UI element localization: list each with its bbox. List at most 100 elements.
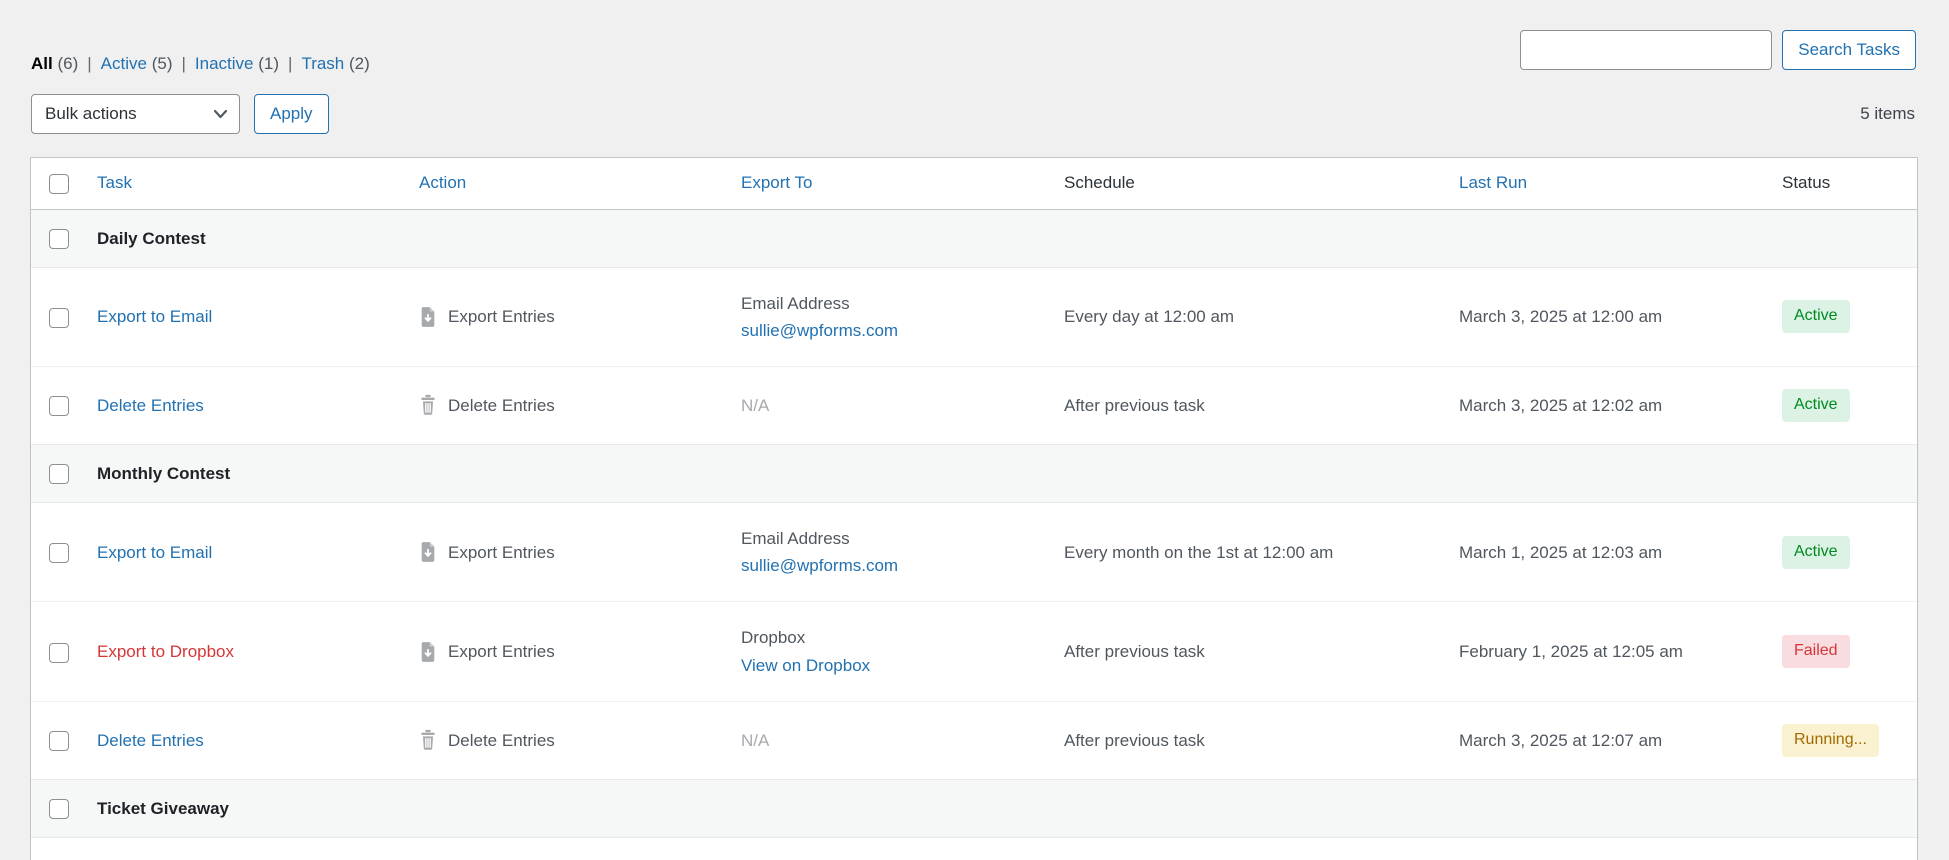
column-header-status-label: Status xyxy=(1782,173,1830,192)
column-header-last-run[interactable]: Last Run xyxy=(1449,158,1772,209)
action-label: Delete Entries xyxy=(448,392,555,419)
group-checkbox[interactable] xyxy=(49,464,69,484)
column-header-export-to-label: Export To xyxy=(741,173,813,192)
filter-active[interactable]: Active (5) xyxy=(101,52,173,76)
file-export-icon xyxy=(419,641,437,663)
task-row: Delete Entries Delete Entries N/A After … xyxy=(31,701,1917,779)
status-badge: Failed xyxy=(1782,635,1850,668)
group-checkbox[interactable] xyxy=(49,799,69,819)
row-checkbox[interactable] xyxy=(49,308,69,328)
column-header-task[interactable]: Task xyxy=(87,158,409,209)
row-checkbox[interactable] xyxy=(49,396,69,416)
file-export-icon xyxy=(419,541,437,563)
filter-separator: | xyxy=(288,52,292,76)
export-to-link[interactable]: sullie@wpforms.com xyxy=(741,552,1044,579)
group-row-ticket-giveaway: Ticket Giveaway xyxy=(31,779,1917,837)
export-to-type: N/A xyxy=(741,731,769,750)
export-to-type: Dropbox xyxy=(741,624,1044,651)
schedule-text: Every Fri at 12:00 am xyxy=(1054,837,1449,860)
search-tasks-button[interactable]: Search Tasks xyxy=(1782,30,1916,70)
export-to-type: Email Address xyxy=(741,525,1044,552)
last-run-text: March 3, 2025 at 12:00 am xyxy=(1449,267,1772,366)
column-header-export-to[interactable]: Export To xyxy=(731,158,1054,209)
task-row: Entry Automation Task Export Entries Ema… xyxy=(31,837,1917,860)
action-label: Export Entries xyxy=(448,539,555,566)
chevron-down-icon xyxy=(213,108,228,120)
task-name-link[interactable]: Export to Dropbox xyxy=(97,642,234,661)
file-export-icon xyxy=(419,306,437,328)
tasks-table-container: Task Action Export To Schedule Last Run … xyxy=(30,157,1918,860)
export-to-link[interactable]: View on Dropbox xyxy=(741,652,1044,679)
last-run-text: February 1, 2025 at 12:05 am xyxy=(1449,602,1772,701)
row-checkbox[interactable] xyxy=(49,643,69,663)
task-row: Delete Entries Delete Entries N/A After … xyxy=(31,367,1917,445)
schedule-text: After previous task xyxy=(1054,367,1449,445)
group-row-daily-contest: Daily Contest xyxy=(31,209,1917,267)
group-title: Ticket Giveaway xyxy=(87,779,1917,837)
status-badge: Active xyxy=(1782,300,1850,333)
filter-trash-count: (2) xyxy=(349,54,370,73)
task-row: Export to Email Export Entries Email Add… xyxy=(31,267,1917,366)
table-header-row: Task Action Export To Schedule Last Run … xyxy=(31,158,1917,209)
last-run-text: March 3, 2025 at 12:07 am xyxy=(1449,701,1772,779)
schedule-text: After previous task xyxy=(1054,701,1449,779)
column-header-last-run-label: Last Run xyxy=(1459,173,1527,192)
filter-inactive[interactable]: Inactive (1) xyxy=(195,52,279,76)
task-name-link[interactable]: Export to Email xyxy=(97,307,212,326)
column-header-action[interactable]: Action xyxy=(409,158,731,209)
status-filter-links: All (6) | Active (5) | Inactive (1) | Tr… xyxy=(31,52,370,76)
task-row: Export to Email Export Entries Email Add… xyxy=(31,503,1917,602)
row-checkbox[interactable] xyxy=(49,543,69,563)
export-to-type: N/A xyxy=(741,396,769,415)
bulk-actions-selected-label: Bulk actions xyxy=(45,104,137,124)
column-header-schedule-label: Schedule xyxy=(1064,173,1135,192)
column-header-task-label: Task xyxy=(97,173,132,192)
action-label: Delete Entries xyxy=(448,727,555,754)
trash-icon xyxy=(419,394,437,416)
filter-all[interactable]: All (6) xyxy=(31,52,78,76)
schedule-text: After previous task xyxy=(1054,602,1449,701)
filter-inactive-label: Inactive xyxy=(195,54,254,73)
status-badge: Active xyxy=(1782,389,1850,422)
last-run-text: March 1, 2025 at 12:03 am xyxy=(1449,503,1772,602)
schedule-text: Every month on the 1st at 12:00 am xyxy=(1054,503,1449,602)
filter-inactive-count: (1) xyxy=(258,54,279,73)
tasks-table: Task Action Export To Schedule Last Run … xyxy=(31,158,1917,860)
bulk-actions-row: Bulk actions Apply xyxy=(31,94,329,134)
action-label: Export Entries xyxy=(448,303,555,330)
group-title: Monthly Contest xyxy=(87,444,1917,502)
search-area: Search Tasks xyxy=(1520,30,1916,70)
tasks-admin-page: All (6) | Active (5) | Inactive (1) | Tr… xyxy=(0,0,1949,860)
filter-active-label: Active xyxy=(101,54,147,73)
select-all-checkbox[interactable] xyxy=(49,174,69,194)
last-run-text: January 31, 2025 at 12:03 am xyxy=(1449,837,1772,860)
task-name-link[interactable]: Delete Entries xyxy=(97,396,204,415)
schedule-text: Every day at 12:00 am xyxy=(1054,267,1449,366)
bulk-actions-select[interactable]: Bulk actions xyxy=(31,94,240,134)
group-title: Daily Contest xyxy=(87,209,1917,267)
task-name-link[interactable]: Delete Entries xyxy=(97,731,204,750)
filter-all-label: All xyxy=(31,54,53,73)
filter-active-count: (5) xyxy=(152,54,173,73)
column-header-status: Status xyxy=(1772,158,1917,209)
action-label: Export Entries xyxy=(448,638,555,665)
filter-trash[interactable]: Trash (2) xyxy=(301,52,369,76)
filter-separator: | xyxy=(181,52,185,76)
export-to-type: Email Address xyxy=(741,290,1044,317)
status-badge: Running... xyxy=(1782,724,1879,757)
task-name-link[interactable]: Export to Email xyxy=(97,543,212,562)
export-to-link[interactable]: sullie@wpforms.com xyxy=(741,317,1044,344)
filter-all-count: (6) xyxy=(57,54,78,73)
task-row: Export to Dropbox Export Entries Dropbox… xyxy=(31,602,1917,701)
apply-button[interactable]: Apply xyxy=(254,94,329,134)
status-badge: Active xyxy=(1782,536,1850,569)
search-input[interactable] xyxy=(1520,30,1772,70)
filter-trash-label: Trash xyxy=(301,54,344,73)
column-header-action-label: Action xyxy=(419,173,466,192)
row-checkbox[interactable] xyxy=(49,731,69,751)
filter-separator: | xyxy=(87,52,91,76)
group-checkbox[interactable] xyxy=(49,229,69,249)
column-header-schedule: Schedule xyxy=(1054,158,1449,209)
trash-icon xyxy=(419,729,437,751)
items-count: 5 items xyxy=(1860,104,1915,124)
